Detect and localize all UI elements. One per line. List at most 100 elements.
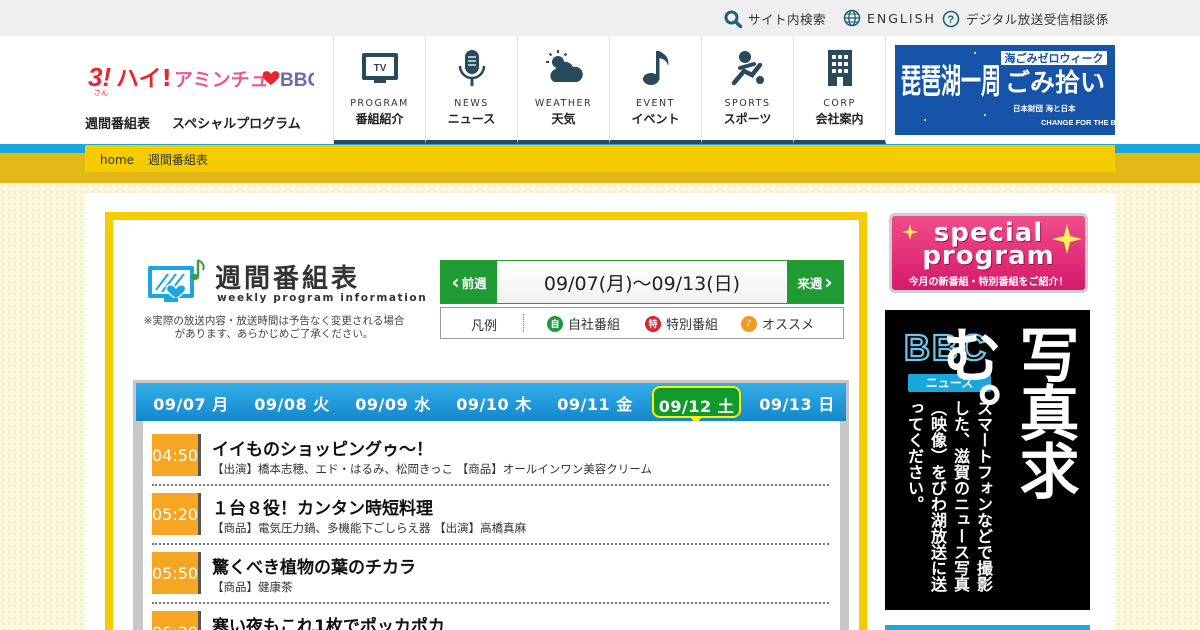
program-title[interactable]: 驚くべき植物の葉のチカラ — [212, 553, 416, 578]
help-icon: ? — [942, 10, 960, 27]
sparkle-icon — [1052, 224, 1082, 254]
tab-day-0909[interactable]: 09/09 水 — [343, 391, 443, 415]
legend-separator — [523, 314, 524, 332]
consult-label: デジタル放送受信相談係 — [966, 12, 1109, 27]
program-title[interactable]: 寒い夜もこれ1枚でポッカポカ — [212, 612, 445, 630]
biwa-logo2: CHANGE FOR THE BLUE — [1041, 118, 1115, 127]
legend-recommended-label: オススメ — [762, 318, 815, 333]
nav-corp[interactable]: CORP 会社案内 — [794, 36, 886, 144]
row-divider — [152, 543, 829, 545]
week-range: 09/07(月)～09/13(日) — [543, 272, 741, 295]
svg-text:TV: TV — [374, 63, 387, 74]
bbc-logo[interactable]: 3! ハイ! アミンチュ BBC さん — [88, 56, 314, 96]
sparkle-small-icon — [902, 224, 918, 240]
nav-weather-ja: 天気 — [551, 112, 576, 126]
next-banner-edge — [885, 625, 1090, 630]
nav-sports-ja: スポーツ — [723, 112, 772, 126]
nav-program[interactable]: TV PROGRAM 番組紹介 — [334, 36, 426, 144]
nav-news-en: NEWS — [454, 98, 489, 109]
biwa-sub: ごみ拾い — [1005, 68, 1105, 97]
recommended-badge-icon: ♪ — [741, 315, 757, 332]
nav-weather[interactable]: WEATHER 天気 — [518, 36, 610, 144]
program-desc: 【出演】橋本志穂、エド・はるみ、松岡きっこ 【商品】オールインワン美容クリーム — [212, 462, 652, 476]
program-title[interactable]: １台８役！カンタン時短料理 — [212, 494, 433, 519]
schedule-note: ※実際の放送内容・放送時間は予告なく変更される場合があります、あらかじめご了承く… — [143, 315, 405, 340]
svg-text:3!: 3! — [88, 62, 111, 92]
nav-sports-en: SPORTS — [724, 98, 771, 109]
breadcrumb: home 週間番組表 — [85, 145, 1115, 172]
special-program-banner[interactable]: special program 今月の新番組・特別番組をご紹介！ — [889, 213, 1088, 293]
legend-recommended: ♪ オススメ — [741, 314, 814, 333]
svg-text:BBC: BBC — [280, 70, 314, 91]
chevron-left-icon: ‹ — [451, 270, 460, 294]
consult-link[interactable]: ? デジタル放送受信相談係 — [942, 9, 1109, 28]
program-time: 05:50 — [152, 552, 201, 594]
sports-icon — [731, 51, 764, 86]
legend-special-label: 特別番組 — [666, 318, 719, 333]
news-copy: スマートフォンなどで撮影した、滋賀のニュース写真（映像）をびわ湖放送に送ってくだ… — [905, 400, 993, 592]
program-row[interactable]: 06:20 寒い夜もこれ1枚でポッカポカ — [152, 611, 829, 630]
biwa-tag: 海ごみゼロウィーク — [1005, 51, 1104, 65]
nav-weather-en: WEATHER — [534, 98, 593, 109]
legend-own-program: 自 自社番組 — [547, 314, 620, 333]
biwa-logo1: 日本財団 海と日本 — [1013, 103, 1076, 113]
weather-icon — [546, 50, 583, 82]
subnav-special[interactable]: スペシャルプログラム — [172, 113, 301, 132]
english-link[interactable]: ENGLISH — [843, 9, 936, 27]
prev-week-button[interactable]: ‹ 前週 — [441, 261, 497, 303]
program-desc: 【商品】電気圧力鍋、多機能下ごしらえ器 【出演】高橋真麻 — [212, 521, 527, 535]
tab-day-0910[interactable]: 09/10 木 — [444, 391, 544, 415]
site-search-link[interactable]: サイト内検索 — [724, 9, 826, 28]
special-banner-sub: 今月の新番組・特別番組をご紹介！ — [908, 277, 1069, 288]
nav-news[interactable]: NEWS ニュース — [426, 36, 518, 144]
day-tabs: 09/07 月 09/08 火 09/09 水 09/10 木 09/11 金 … — [136, 383, 846, 421]
page-title: 週間番組表 — [215, 264, 361, 294]
nav-event[interactable]: EVENT イベント — [610, 36, 702, 144]
news-headline: 写真求む。 — [931, 324, 1079, 498]
row-divider — [152, 484, 829, 486]
special-program-badge-icon: 特 — [645, 315, 661, 332]
music-note-icon — [643, 51, 669, 85]
biwako-cleanup-banner[interactable]: 海ごみゼロウィーク 琵琶湖一周 ごみ拾い 日本財団 海と日本 CHANGE FO… — [895, 45, 1115, 135]
svg-text:さん: さん — [94, 89, 108, 96]
program-desc: 【商品】健康茶 — [212, 580, 293, 594]
svg-text:?: ? — [947, 14, 954, 26]
microphone-icon — [458, 50, 486, 86]
legend: 凡例 自 自社番組 特 特別番組 ♪ オススメ — [440, 307, 844, 339]
monitor-heart-icon — [148, 259, 205, 302]
biwako-banner-art: 海ごみゼロウィーク 琵琶湖一周 ごみ拾い 日本財団 海と日本 CHANGE FO… — [895, 45, 1115, 135]
next-week-button[interactable]: 来週 › — [787, 261, 843, 303]
nav-news-ja: ニュース — [447, 112, 496, 126]
news-photo-banner[interactable]: BBC ニュース 写真求む。 スマートフォンなどで撮影した、滋賀のニュース写真（… — [885, 310, 1090, 610]
program-title[interactable]: イイものショッピングゥ～！ — [212, 435, 433, 460]
tab-day-0913[interactable]: 09/13 日 — [747, 391, 847, 415]
nav-event-en: EVENT — [636, 98, 675, 109]
legend-own-label: 自社番組 — [568, 318, 621, 333]
tab-day-0907[interactable]: 09/07 月 — [141, 391, 241, 415]
tab-day-0912-active[interactable]: 09/12 土 — [652, 386, 741, 418]
nav-event-ja: イベント — [631, 112, 680, 126]
nav-sports[interactable]: SPORTS スポーツ — [702, 36, 794, 144]
site-header: 3! ハイ! アミンチュ BBC さん 週間番組表 スペシャルプログラム TV … — [0, 36, 1200, 144]
page-subtitle: weekly program information — [217, 292, 428, 304]
subnav-weekly[interactable]: 週間番組表 — [85, 113, 150, 132]
utility-bar: サイト内検索 ENGLISH ? デジタル放送受信相談係 — [0, 0, 1200, 36]
biwa-main: 琵琶湖一周 — [901, 62, 1001, 102]
chevron-right-icon: › — [824, 270, 833, 294]
globe-icon — [843, 9, 861, 27]
program-time: 06:20 — [152, 611, 201, 630]
week-navigator: ‹ 前週 09/07(月)～09/13(日) 来週 › — [440, 260, 844, 304]
english-label: ENGLISH — [867, 10, 936, 26]
breadcrumb-home[interactable]: home — [100, 153, 134, 167]
nav-corp-ja: 会社案内 — [815, 112, 864, 126]
tab-day-0908[interactable]: 09/08 火 — [242, 391, 342, 415]
own-program-badge-icon: 自 — [547, 315, 563, 332]
legend-title: 凡例 — [471, 319, 498, 334]
search-icon — [724, 10, 742, 28]
program-time: 05:20 — [152, 493, 201, 535]
tab-day-0911[interactable]: 09/11 金 — [545, 391, 645, 415]
nav-program-ja: 番組紹介 — [355, 112, 404, 126]
building-icon — [828, 50, 852, 86]
nav-corp-en: CORP — [823, 98, 856, 109]
row-divider — [152, 602, 829, 604]
